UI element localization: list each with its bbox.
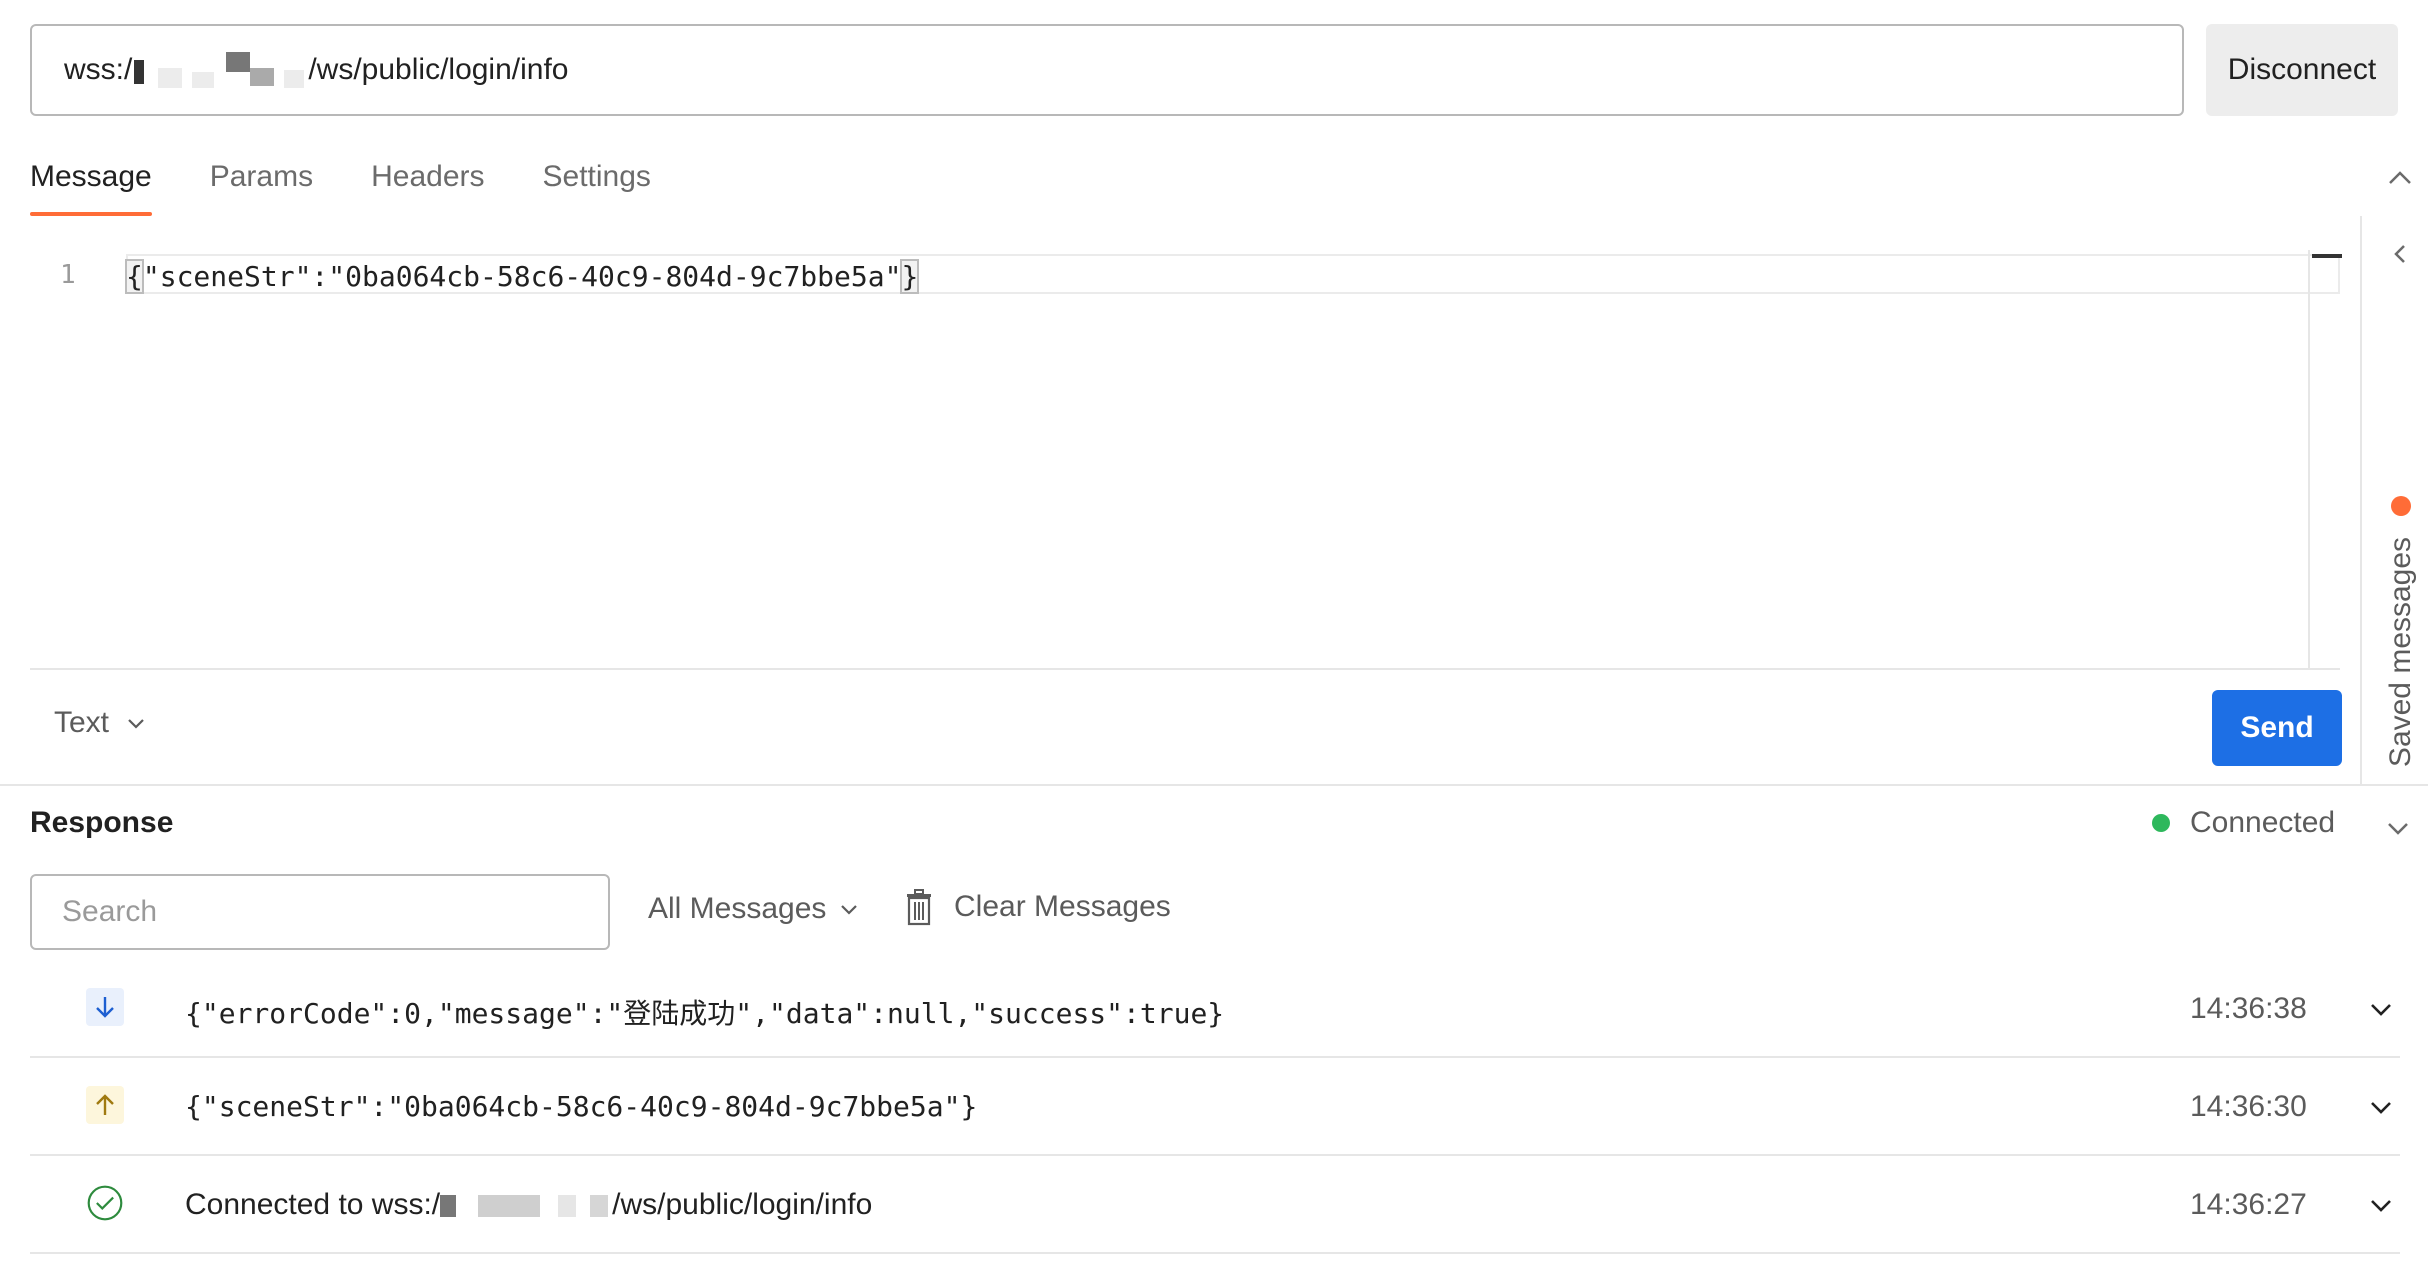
request-tabs: Message Params Headers Settings — [30, 152, 709, 216]
clear-messages-label: Clear Messages — [954, 890, 1171, 923]
status-dot — [2152, 814, 2170, 832]
message-time: 14:36:27 — [2190, 1188, 2307, 1221]
tab-settings[interactable]: Settings — [543, 152, 651, 216]
websocket-request-view: wss:/ /ws/public/login/info Disconnect M… — [0, 0, 2428, 1272]
message-editor[interactable]: 1 {"sceneStr":"0ba064cb-58c6-40c9-804d-9… — [30, 250, 2342, 668]
chevron-up-icon[interactable] — [2382, 160, 2418, 196]
connection-text-prefix: Connected to wss:/ — [185, 1188, 441, 1221]
response-title: Response — [30, 806, 174, 839]
filter-label: All Messages — [648, 892, 827, 925]
clear-messages-button[interactable]: Clear Messages — [904, 888, 1171, 926]
message-time: 14:36:38 — [2190, 992, 2307, 1025]
message-time: 14:36:30 — [2190, 1090, 2307, 1123]
url-input[interactable]: wss:/ /ws/public/login/info — [30, 24, 2184, 116]
code-line: {"sceneStr":"0ba064cb-58c6-40c9-804d-9c7… — [125, 259, 920, 294]
connection-status: Connected — [2152, 806, 2335, 840]
chevron-left-icon[interactable] — [2386, 240, 2414, 268]
url-prefix: wss:/ — [64, 53, 133, 86]
message-row[interactable]: Connected to wss://ws/public/login/info … — [30, 1156, 2400, 1254]
rail-divider — [2360, 216, 2362, 784]
chevron-down-icon[interactable] — [2366, 1092, 2396, 1122]
message-text: {"sceneStr":"0ba064cb-58c6-40c9-804d-9c7… — [185, 1090, 978, 1123]
message-format-select[interactable]: Text — [54, 706, 147, 740]
redacted-host — [134, 52, 306, 88]
chevron-down-icon[interactable] — [2382, 812, 2414, 844]
chevron-down-icon[interactable] — [2366, 994, 2396, 1024]
arrow-up-icon — [86, 1086, 124, 1124]
saved-messages-toggle[interactable]: Saved messages — [2384, 537, 2418, 767]
redacted-host — [440, 1191, 612, 1221]
editor-divider — [30, 668, 2340, 670]
message-text: {"errorCode":0,"message":"登陆成功","data":n… — [185, 997, 1225, 1030]
message-filter-select[interactable]: All Messages — [648, 892, 860, 926]
tab-params[interactable]: Params — [210, 152, 313, 216]
section-divider — [0, 784, 2428, 786]
check-circle-icon — [86, 1184, 124, 1222]
disconnect-button[interactable]: Disconnect — [2206, 24, 2398, 116]
line-number: 1 — [60, 260, 76, 290]
url-path: /ws/public/login/info — [308, 53, 569, 86]
code-open-brace: { — [125, 259, 144, 294]
trash-icon — [907, 889, 931, 926]
status-label: Connected — [2190, 806, 2336, 839]
tab-headers[interactable]: Headers — [371, 152, 484, 216]
message-row[interactable]: {"sceneStr":"0ba064cb-58c6-40c9-804d-9c7… — [30, 1058, 2400, 1156]
tab-message[interactable]: Message — [30, 152, 152, 216]
editor-scrollbar-track — [2308, 250, 2310, 668]
message-text: Connected to wss:/ /ws/public/login/info — [185, 1188, 872, 1222]
send-button[interactable]: Send — [2212, 690, 2342, 766]
code-close-brace: } — [900, 259, 920, 294]
unsaved-indicator-dot — [2391, 496, 2411, 516]
editor-scrollbar-thumb[interactable] — [2312, 254, 2342, 258]
connection-text-suffix: /ws/public/login/info — [612, 1188, 873, 1221]
code-body: "sceneStr":"0ba064cb-58c6-40c9-804d-9c7b… — [142, 260, 902, 293]
chevron-down-icon[interactable] — [2366, 1190, 2396, 1220]
chevron-down-icon — [128, 719, 144, 729]
format-label: Text — [54, 706, 110, 739]
chevron-down-icon — [841, 905, 858, 915]
arrow-down-icon — [86, 988, 124, 1026]
message-row[interactable]: {"errorCode":0,"message":"登陆成功","data":n… — [30, 960, 2400, 1058]
search-input[interactable] — [30, 874, 610, 950]
